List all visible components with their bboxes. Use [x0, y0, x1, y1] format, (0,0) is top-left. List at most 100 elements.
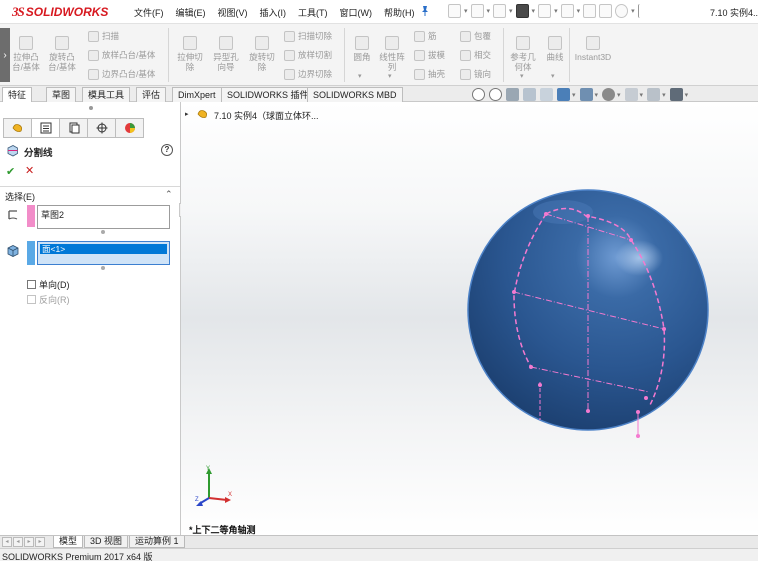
tab-sketch[interactable]: 草图 — [46, 87, 77, 102]
zoom-to-fit-icon[interactable] — [472, 88, 485, 101]
tab-solidworks-mbd[interactable]: SOLIDWORKS MBD — [307, 87, 403, 102]
tab-model[interactable]: 模型 — [53, 536, 84, 548]
intersect-button[interactable]: 相交 — [460, 49, 491, 61]
previous-view-icon[interactable] — [506, 88, 519, 101]
cancel-x-icon[interactable]: ✕ — [25, 164, 34, 177]
revolve-cut-button[interactable]: 旋转切 除 — [244, 36, 280, 72]
sweep-cut-button[interactable]: 扫描切除 — [284, 30, 332, 42]
menu-view[interactable]: 视图(V) — [218, 6, 248, 19]
view-orientation-icon[interactable] — [557, 88, 570, 101]
rib-button[interactable]: 筋 — [414, 30, 437, 42]
chevron-down-icon[interactable]: ▾ — [388, 72, 392, 80]
property-manager-tab[interactable] — [31, 118, 60, 138]
selections-group-label[interactable]: 选择(E) — [5, 190, 35, 203]
save-icon[interactable] — [493, 4, 507, 18]
sketch-selection-box[interactable]: 草图2 — [37, 205, 170, 229]
new-document-icon[interactable] — [448, 4, 461, 18]
list-resize-grip[interactable] — [101, 266, 105, 270]
graphics-area[interactable]: ▸ 7.10 实例4（球面立体环... Y X Z *上下二等角轴测 — [181, 102, 758, 535]
chevron-down-icon[interactable]: ▾ — [509, 7, 513, 15]
chevron-down-icon[interactable]: ▾ — [662, 91, 666, 99]
chevron-down-icon[interactable]: ▾ — [358, 72, 362, 80]
single-direction-checkbox[interactable] — [27, 280, 36, 289]
chevron-up-icon[interactable]: ⌃ — [165, 189, 173, 200]
single-direction-option[interactable]: 单向(D) — [27, 278, 70, 291]
previous-tab-icon[interactable]: ◂ — [13, 537, 23, 547]
face-selection-item[interactable]: 面<1> — [40, 244, 167, 254]
tab-3d-views[interactable]: 3D 视图 — [84, 536, 129, 548]
chevron-down-icon[interactable]: ▾ — [595, 91, 599, 99]
tab-dimxpert[interactable]: DimXpert — [172, 87, 222, 102]
boundary-boss-button[interactable]: 边界凸台/基体 — [88, 68, 155, 80]
face-selection-box[interactable]: 面<1> — [37, 241, 170, 265]
feature-manager-tab[interactable] — [3, 118, 32, 138]
sweep-button[interactable]: 扫描 — [88, 30, 119, 42]
menu-tools[interactable]: 工具(T) — [298, 6, 328, 19]
hide-show-items-icon[interactable] — [602, 88, 616, 101]
section-view-icon[interactable] — [523, 88, 536, 101]
list-resize-grip[interactable] — [101, 230, 105, 234]
sketch-selection-item[interactable]: 草图2 — [41, 208, 64, 221]
dynamic-annotation-icon[interactable] — [540, 88, 553, 101]
ok-checkmark-icon[interactable]: ✔ — [6, 165, 15, 178]
flyout-tree-part-name[interactable]: 7.10 实例4（球面立体环... — [214, 109, 319, 122]
curves-button[interactable]: 曲线 — [541, 36, 569, 62]
chevron-down-icon[interactable]: ▾ — [520, 72, 524, 80]
boundary-cut-button[interactable]: 边界切除 — [284, 68, 332, 80]
tab-solidworks-addins[interactable]: SOLIDWORKS 插件 — [221, 87, 315, 102]
hole-wizard-button[interactable]: 异型孔 向导 — [208, 36, 244, 72]
edit-appearance-icon[interactable] — [624, 88, 638, 101]
solidworks-logo[interactable]: 3S SOLIDWORKS — [12, 4, 108, 20]
mirror-button[interactable]: 镜向 — [460, 68, 491, 80]
panel-grip[interactable] — [89, 106, 93, 110]
tab-motion-study-1[interactable]: 运动算例 1 — [129, 536, 185, 548]
instant3d-button[interactable]: Instant3D — [572, 36, 614, 62]
fillet-button[interactable]: 圆角 — [348, 36, 376, 62]
gear-icon[interactable] — [615, 4, 629, 18]
apply-scene-icon[interactable] — [647, 88, 661, 101]
display-manager-tab[interactable] — [115, 118, 144, 138]
menu-insert[interactable]: 插入(I) — [260, 6, 287, 19]
menu-help[interactable]: 帮助(H) — [384, 6, 415, 19]
chevron-down-icon[interactable]: ▾ — [640, 91, 644, 99]
chevron-down-icon[interactable]: ▾ — [487, 7, 491, 15]
linear-pattern-button[interactable]: 线性阵 列 — [376, 36, 408, 72]
chevron-down-icon[interactable]: ▾ — [685, 91, 689, 99]
tab-evaluate[interactable]: 评估 — [136, 87, 167, 102]
pin-toolbar-icon[interactable] — [637, 4, 644, 18]
menu-window[interactable]: 窗口(W) — [340, 6, 373, 19]
first-tab-icon[interactable]: ◂ — [2, 537, 12, 547]
chevron-down-icon[interactable]: ▾ — [631, 7, 635, 15]
tab-features[interactable]: 特征 — [2, 87, 33, 102]
reference-geometry-button[interactable]: 参考几 何体 — [507, 36, 539, 72]
pin-icon[interactable] — [420, 5, 430, 17]
file-properties-icon[interactable] — [599, 4, 613, 18]
help-icon[interactable]: ? — [161, 144, 173, 156]
chevron-down-icon[interactable]: ▾ — [551, 72, 555, 80]
menu-edit[interactable]: 编辑(E) — [176, 6, 206, 19]
chevron-down-icon[interactable]: ▾ — [572, 91, 576, 99]
tab-mold-tools[interactable]: 模具工具 — [82, 87, 131, 102]
chevron-down-icon[interactable]: ▾ — [554, 7, 558, 15]
extrude-cut-button[interactable]: 拉伸切 除 — [172, 36, 208, 72]
extrude-boss-button[interactable]: 拉伸凸 台/基体 — [9, 36, 43, 72]
menu-file[interactable]: 文件(F) — [134, 6, 164, 19]
chevron-down-icon[interactable]: ▾ — [532, 7, 536, 15]
last-tab-icon[interactable]: ▸ — [35, 537, 45, 547]
next-tab-icon[interactable]: ▸ — [24, 537, 34, 547]
print-icon[interactable] — [515, 4, 529, 18]
shell-button[interactable]: 抽壳 — [414, 68, 445, 80]
configuration-manager-tab[interactable] — [59, 118, 88, 138]
chevron-down-icon[interactable]: ▾ — [464, 7, 468, 15]
tree-expand-arrow[interactable]: ▸ — [185, 110, 189, 118]
draft-button[interactable]: 拔模 — [414, 49, 445, 61]
open-folder-icon[interactable] — [470, 4, 484, 18]
select-cursor-icon[interactable] — [560, 4, 574, 18]
part-icon[interactable] — [196, 108, 210, 120]
display-style-icon[interactable] — [579, 88, 593, 101]
rebuild-icon[interactable] — [583, 4, 597, 18]
loft-boss-button[interactable]: 放样凸台/基体 — [88, 49, 155, 61]
view-settings-icon[interactable] — [669, 88, 683, 101]
loft-cut-button[interactable]: 放样切割 — [284, 49, 332, 61]
chevron-down-icon[interactable]: ▾ — [577, 7, 581, 15]
